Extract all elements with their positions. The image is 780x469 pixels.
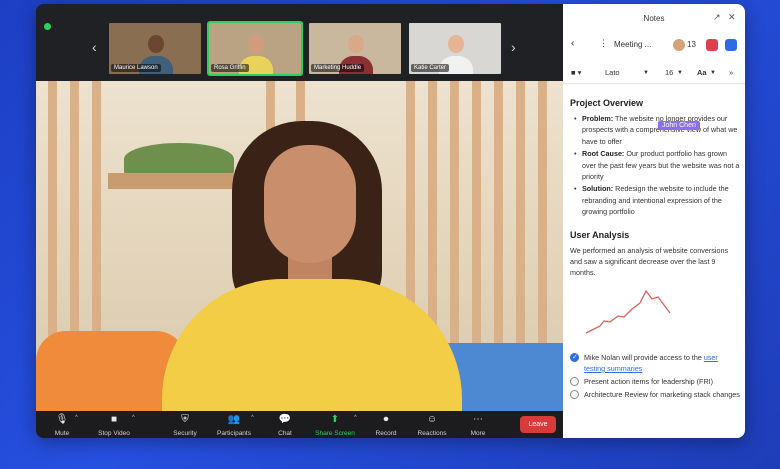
participant-tile[interactable]: Katie Carter xyxy=(407,21,503,76)
microphone-icon: 🎙 xyxy=(55,414,69,425)
leave-button[interactable]: Leave xyxy=(520,416,556,433)
share-icon[interactable] xyxy=(725,39,737,51)
font-size-select[interactable]: 16 xyxy=(665,68,673,77)
chevron-up-icon[interactable]: ^ xyxy=(132,415,135,421)
record-icon: ⏺ xyxy=(383,414,389,425)
list-item: Solution: Redesign the website to includ… xyxy=(570,183,740,217)
stop-share-icon[interactable] xyxy=(706,39,718,51)
participant-tile-active[interactable]: Rosa Griffin xyxy=(207,21,303,76)
smiley-add-icon: ☺ xyxy=(426,414,438,425)
people-icon: 👥 xyxy=(227,414,241,425)
stop-video-label: Stop Video xyxy=(98,430,130,437)
participants-label: Participants xyxy=(217,430,251,437)
security-button[interactable]: ⛨ Security xyxy=(158,411,212,437)
chat-label: Chat xyxy=(278,430,292,437)
text-color-icon[interactable]: ■ ▾ xyxy=(571,68,581,77)
chevron-up-icon[interactable]: ^ xyxy=(251,415,254,421)
chevron-down-icon[interactable]: ▼ xyxy=(677,70,683,76)
zoom-window: ‹ › Maurice Lawson Rosa Griffin Marketin… xyxy=(36,4,745,438)
shield-icon: ⛨ xyxy=(181,414,189,425)
main-speaker-video xyxy=(36,81,563,411)
more-label: More xyxy=(470,430,486,437)
share-arrow-icon: ⬆ xyxy=(330,414,340,425)
participant-strip: Maurice Lawson Rosa Griffin Marketing Hu… xyxy=(107,21,503,76)
mute-label: Mute xyxy=(54,430,70,437)
share-screen-label: Share Screen xyxy=(315,430,355,437)
text-style-select[interactable]: Aa xyxy=(697,68,707,77)
avatar xyxy=(673,39,685,51)
participant-name: Marketing Huddle xyxy=(311,64,365,72)
back-chevron-icon[interactable]: ‹ xyxy=(571,38,574,49)
analysis-paragraph: We performed an analysis of website conv… xyxy=(570,245,729,278)
participant-name: Maurice Lawson xyxy=(111,64,161,72)
chevron-right-icon[interactable]: › xyxy=(511,40,516,54)
viewer-count: 13 xyxy=(687,40,696,49)
list-item: Problem: The website no longer provides … xyxy=(570,113,740,147)
section-heading: Project Overview xyxy=(570,98,644,108)
section-heading: User Analysis xyxy=(570,229,630,240)
checked-checkbox-icon[interactable] xyxy=(570,352,579,363)
chevron-up-icon[interactable]: ^ xyxy=(75,415,78,421)
ellipsis-icon: ⋯ xyxy=(473,414,483,425)
chevron-down-icon[interactable]: ▼ xyxy=(643,70,649,76)
task-list: Mike Nolan will provide access to the us… xyxy=(570,352,740,400)
chevron-down-icon[interactable]: ▼ xyxy=(710,70,716,76)
notes-nav-bar: ‹ ⋮ Meeting ... 13 xyxy=(563,36,745,58)
doc-title[interactable]: Meeting ... xyxy=(614,40,651,49)
collaborator-cursor-label: John Chen xyxy=(658,121,700,130)
task-item[interactable]: Mike Nolan will provide access to the us… xyxy=(570,352,740,374)
security-label: Security xyxy=(173,430,197,437)
chat-button[interactable]: 💬 Chat xyxy=(258,411,312,437)
reactions-label: Reactions xyxy=(417,430,447,437)
checkbox-icon[interactable] xyxy=(570,389,579,399)
status-dot xyxy=(44,23,51,30)
video-camera-icon: ■ xyxy=(110,414,118,425)
task-item[interactable]: Present action items for leadership (FRI… xyxy=(570,376,740,387)
conversion-sparkline xyxy=(585,289,671,334)
notes-document[interactable]: Project Overview Problem: The website no… xyxy=(570,98,740,402)
participant-tile[interactable]: Maurice Lawson xyxy=(107,21,203,76)
more-options-icon[interactable]: » xyxy=(729,68,733,77)
participant-tile[interactable]: Marketing Huddle xyxy=(307,21,403,76)
video-area: ‹ › Maurice Lawson Rosa Griffin Marketin… xyxy=(36,4,563,438)
more-button[interactable]: ⋯ More xyxy=(451,411,505,437)
chevron-up-icon[interactable]: ^ xyxy=(354,415,357,421)
chat-bubble-icon: 💬 xyxy=(278,414,292,425)
chevron-left-icon[interactable]: ‹ xyxy=(92,40,97,54)
participant-name: Katie Carter xyxy=(411,64,450,72)
task-item[interactable]: Architecture Review for marketing stack … xyxy=(570,389,740,400)
close-icon[interactable]: ✕ xyxy=(728,12,736,23)
checkbox-icon[interactable] xyxy=(570,376,579,386)
notes-panel: Notes ↗ ✕ ‹ ⋮ Meeting ... 13 ■ ▾ Lato ▼ … xyxy=(563,4,745,438)
mute-button[interactable]: 🎙 Mute xyxy=(36,411,89,437)
kebab-menu-icon[interactable]: ⋮ xyxy=(599,38,608,49)
meeting-toolbar: 🎙 Mute ^ ■ Stop Video ^ ⛨ Security 👥 Par… xyxy=(36,411,563,438)
font-select[interactable]: Lato xyxy=(605,68,620,77)
pop-out-icon[interactable]: ↗ xyxy=(713,12,721,23)
list-item: Root Cause: Our product portfolio has gr… xyxy=(570,148,740,182)
formatting-toolbar: ■ ▾ Lato ▼ 16 ▼ Aa ▼ » xyxy=(563,64,745,84)
participant-name: Rosa Griffin xyxy=(211,64,249,72)
record-label: Record xyxy=(375,430,397,437)
